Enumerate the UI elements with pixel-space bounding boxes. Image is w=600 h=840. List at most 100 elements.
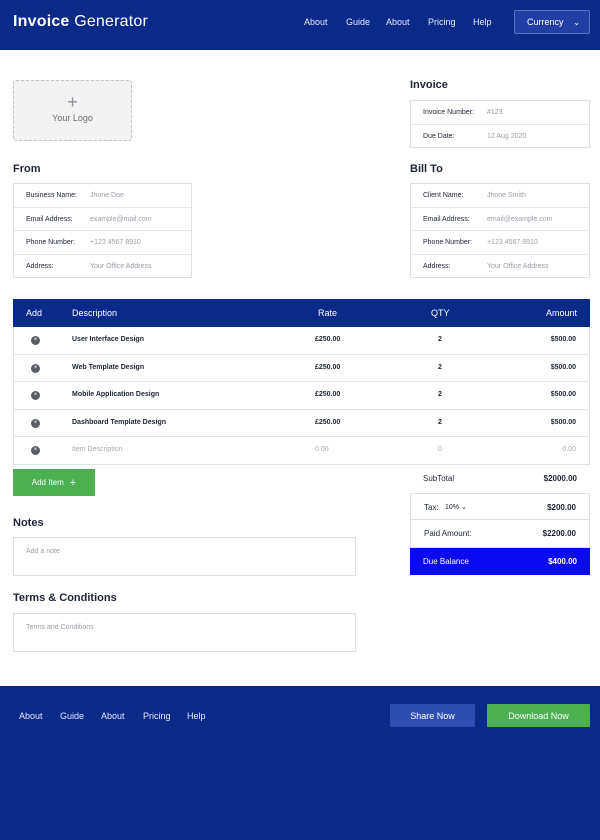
- client-name-row[interactable]: Client Name: Jhone Smith: [411, 184, 589, 208]
- item-description[interactable]: User Interface Design: [72, 336, 144, 343]
- footer-nav-about-2[interactable]: About: [101, 711, 125, 721]
- item-description-input[interactable]: Item Description: [72, 446, 123, 453]
- app-brand[interactable]: Invoice Generator: [13, 13, 148, 31]
- item-amount: $500.00: [550, 391, 576, 398]
- top-header: Invoice Generator About Guide About Pric…: [0, 0, 600, 50]
- paid-amount-value[interactable]: $2200.00: [543, 529, 576, 538]
- invoice-number-row[interactable]: Invoice Number: #123: [411, 101, 589, 125]
- field-label: Address:: [26, 262, 54, 270]
- share-now-button[interactable]: Share Now: [390, 704, 475, 727]
- item-description[interactable]: Mobile Application Design: [72, 391, 159, 398]
- client-email-input[interactable]: email@example.com: [487, 216, 552, 223]
- nav-guide[interactable]: Guide: [346, 17, 370, 27]
- from-box: Business Name: Jhone Doe Email Address: …: [13, 183, 192, 278]
- notes-title: Notes: [13, 517, 44, 529]
- nav-pricing[interactable]: Pricing: [428, 17, 456, 27]
- notes-textarea[interactable]: Add a note: [13, 537, 356, 576]
- tax-value: $200.00: [547, 502, 576, 512]
- invoice-number-value: #123: [487, 109, 503, 116]
- plus-icon: +: [67, 92, 78, 112]
- footer-nav-about[interactable]: About: [19, 711, 43, 721]
- remove-item-icon[interactable]: ×: [31, 418, 40, 428]
- remove-item-icon[interactable]: ×: [31, 446, 40, 455]
- item-qty[interactable]: 2: [438, 419, 442, 426]
- item-qty-input[interactable]: 0: [438, 446, 442, 453]
- col-amount: Amount: [545, 308, 577, 318]
- from-title: From: [13, 163, 41, 175]
- from-address-row[interactable]: Address: Your Office Address: [14, 255, 191, 279]
- currency-dropdown[interactable]: Currency ⌄: [514, 10, 590, 34]
- item-amount: 0.00: [562, 446, 576, 453]
- item-amount: $500.00: [550, 418, 576, 426]
- paid-amount-label: Paid Amount:: [424, 529, 472, 538]
- notes-placeholder: Add a note: [26, 548, 60, 555]
- currency-label: Currency: [527, 17, 564, 27]
- logo-label: Your Logo: [52, 113, 93, 123]
- item-description[interactable]: Web Template Design: [72, 364, 144, 371]
- table-row: × Web Template Design £250.00 2 $500.00: [13, 354, 590, 382]
- remove-item-icon[interactable]: ×: [31, 363, 40, 373]
- items-table-header: Add Description Rate QTY Amount: [13, 299, 590, 327]
- footer-nav-guide[interactable]: Guide: [60, 711, 84, 721]
- item-rate[interactable]: £250.00: [315, 364, 340, 371]
- item-rate-input[interactable]: 0.00: [315, 446, 329, 453]
- due-date-label: Due Date:: [423, 132, 455, 140]
- item-qty[interactable]: 2: [438, 336, 442, 343]
- col-qty: QTY: [431, 308, 450, 318]
- invoice-number-label: Invoice Number:: [423, 109, 474, 116]
- due-date-row[interactable]: Due Date: 12 Aug 2020: [411, 125, 589, 149]
- item-rate[interactable]: £250.00: [315, 336, 340, 343]
- client-address-row[interactable]: Address: Your Office Address: [411, 255, 589, 279]
- chevron-down-icon: ⌄: [573, 18, 580, 27]
- download-now-button[interactable]: Download Now: [487, 704, 590, 727]
- from-address-input[interactable]: Your Office Address: [90, 263, 151, 270]
- invoice-title: Invoice: [410, 79, 448, 91]
- remove-item-icon[interactable]: ×: [31, 391, 40, 400]
- add-item-label: Add Item: [31, 478, 64, 487]
- tax-label: Tax:: [424, 502, 439, 512]
- item-qty[interactable]: 2: [438, 364, 442, 371]
- remove-item-icon[interactable]: ×: [31, 336, 40, 345]
- client-phone-input[interactable]: +123 4567 8910: [487, 239, 538, 246]
- tax-select-value: 10%: [445, 503, 460, 511]
- from-email-input[interactable]: example@mail.com: [90, 216, 152, 223]
- from-business-row[interactable]: Business Name: Jhone Doe: [14, 184, 191, 208]
- brand-bold: Invoice: [13, 13, 70, 30]
- field-label: Email Address:: [26, 215, 73, 223]
- nav-about-2[interactable]: About: [386, 17, 410, 27]
- nav-help[interactable]: Help: [473, 17, 492, 27]
- col-add: Add: [26, 308, 43, 318]
- field-label: Address:: [423, 262, 451, 270]
- footer-nav-help[interactable]: Help: [187, 711, 206, 721]
- field-label: Business Name:: [26, 192, 77, 199]
- due-date-value: 12 Aug 2020: [487, 132, 527, 140]
- footer-nav-pricing[interactable]: Pricing: [143, 711, 171, 721]
- bill-to-box: Client Name: Jhone Smith Email Address: …: [410, 183, 590, 278]
- brand-rest: Generator: [69, 13, 149, 30]
- tax-select[interactable]: 10% ⌄: [445, 503, 467, 511]
- from-email-row[interactable]: Email Address: example@mail.com: [14, 208, 191, 231]
- tax-row: Tax: 10% ⌄ $200.00: [410, 492, 590, 520]
- terms-textarea[interactable]: Terms and Conditions: [13, 613, 356, 652]
- add-item-button[interactable]: Add Item +: [13, 469, 95, 496]
- client-phone-row[interactable]: Phone Number: +123 4567 8910: [411, 231, 589, 255]
- from-phone-input[interactable]: +123 4567 8910: [90, 239, 141, 246]
- item-qty[interactable]: 2: [438, 391, 442, 398]
- subtotal-value: $2000.00: [543, 474, 577, 483]
- item-rate[interactable]: £250.00: [315, 419, 340, 426]
- invoice-meta-box: Invoice Number: #123 Due Date: 12 Aug 20…: [410, 100, 590, 148]
- client-address-input[interactable]: Your Office Address: [487, 263, 548, 270]
- nav-about[interactable]: About: [304, 17, 328, 27]
- from-phone-row[interactable]: Phone Number: +123 4567 8910: [14, 231, 191, 255]
- client-name-input[interactable]: Jhone Smith: [487, 192, 526, 199]
- table-row: × Dashboard Template Design £250.00 2 $5…: [13, 409, 590, 437]
- due-balance-value: $400.00: [548, 556, 577, 566]
- client-email-row[interactable]: Email Address: email@example.com: [411, 208, 589, 231]
- item-description[interactable]: Dashboard Template Design: [72, 419, 166, 426]
- item-rate[interactable]: £250.00: [315, 391, 340, 398]
- business-name-input[interactable]: Jhone Doe: [90, 192, 124, 199]
- terms-title: Terms & Conditions: [13, 592, 117, 604]
- field-label: Phone Number:: [26, 239, 76, 246]
- logo-upload[interactable]: + Your Logo: [13, 80, 132, 141]
- field-label: Phone Number:: [423, 239, 473, 246]
